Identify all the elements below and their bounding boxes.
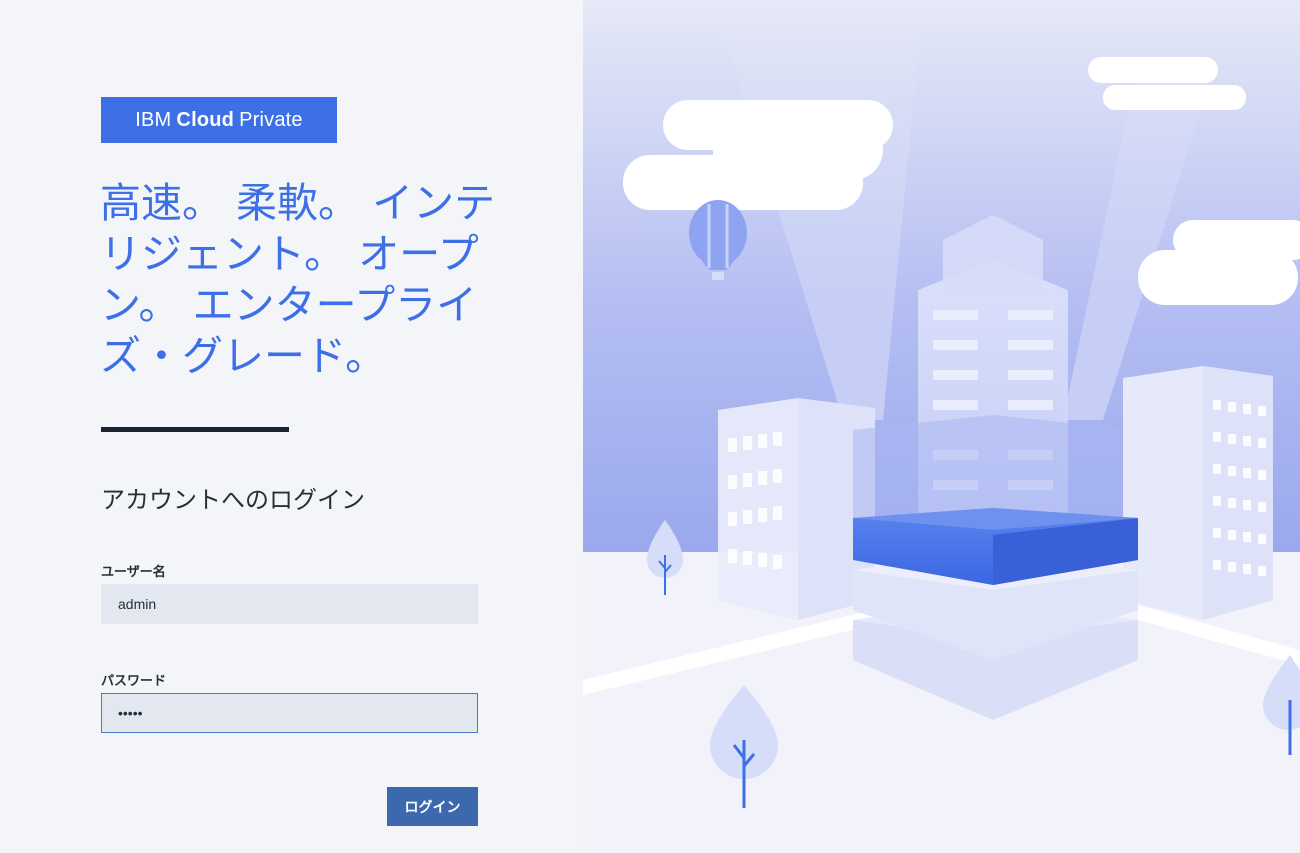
brand-prefix: IBM — [135, 108, 172, 131]
city-illustration — [583, 0, 1300, 853]
brand-logo: IBM Cloud Private — [101, 97, 337, 143]
brand-bold: Cloud — [176, 108, 235, 131]
hero-illustration-panel — [583, 0, 1300, 853]
password-label: パスワード — [101, 674, 167, 689]
login-button[interactable]: ログイン — [387, 787, 478, 826]
username-input[interactable] — [101, 584, 478, 624]
building-right — [1123, 366, 1273, 620]
username-label: ユーザー名 — [101, 565, 166, 580]
password-input[interactable] — [101, 693, 478, 733]
divider — [101, 427, 289, 432]
login-title: アカウントへのログイン — [101, 486, 365, 514]
brand-suffix: Private — [239, 108, 303, 131]
tagline: 高速。 柔軟。 インテリジェント。 オープン。 エンタープライズ・グレード。 — [100, 179, 496, 380]
login-panel: IBM Cloud Private 高速。 柔軟。 インテリジェント。 オープン… — [0, 0, 583, 853]
building-left — [718, 398, 875, 620]
